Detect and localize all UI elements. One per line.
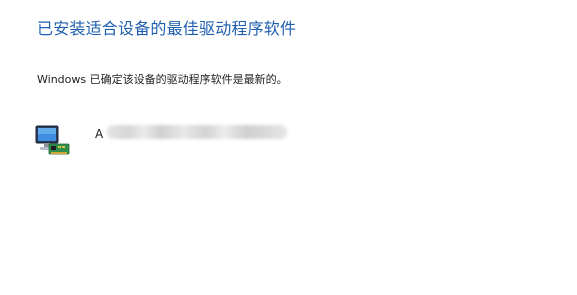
driver-install-result-page: 已安装适合设备的最佳驱动程序软件 Windows 已确定该设备的驱动程序软件是最… bbox=[0, 0, 577, 295]
device-entry: A bbox=[35, 122, 335, 162]
page-title: 已安装适合设备的最佳驱动程序软件 bbox=[37, 19, 297, 38]
status-message: Windows 已确定该设备的驱动程序软件是最新的。 bbox=[37, 73, 288, 86]
monitor-with-adapter-card-icon bbox=[35, 122, 71, 158]
device-name: A bbox=[95, 127, 104, 141]
device-name-obscured bbox=[107, 125, 287, 139]
